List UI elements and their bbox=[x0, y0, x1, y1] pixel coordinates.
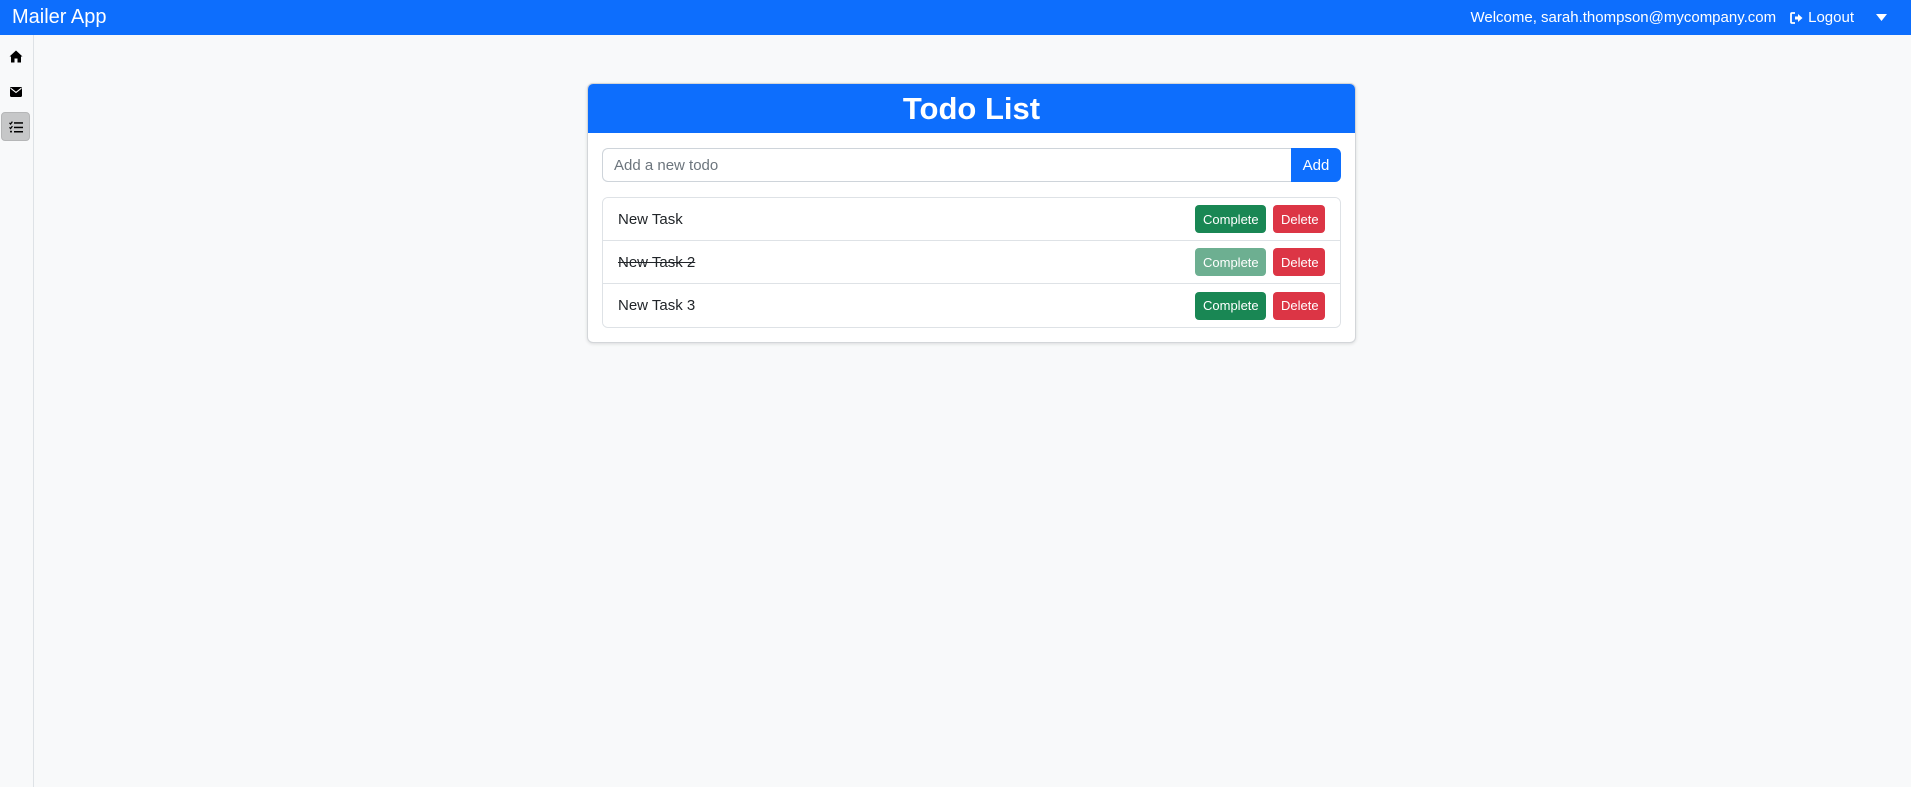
navbar-right: Welcome, sarah.thompson@mycompany.com Lo… bbox=[1470, 9, 1899, 26]
app-brand[interactable]: Mailer App bbox=[12, 6, 107, 29]
user-menu-dropdown[interactable] bbox=[1876, 14, 1887, 21]
envelope-icon bbox=[9, 86, 22, 97]
todo-item-text: New Task 2 bbox=[618, 253, 696, 271]
sidebar-item-mail[interactable] bbox=[1, 77, 30, 106]
complete-button[interactable]: Complete bbox=[1195, 248, 1266, 276]
add-todo-form: Add bbox=[602, 148, 1341, 182]
new-todo-input[interactable] bbox=[602, 148, 1291, 182]
todo-title: Todo List bbox=[588, 84, 1355, 133]
todo-item-actions: Complete Delete bbox=[1195, 291, 1325, 320]
sign-out-icon bbox=[1790, 11, 1803, 24]
delete-button[interactable]: Delete bbox=[1273, 291, 1325, 320]
welcome-text: Welcome, sarah.thompson@mycompany.com bbox=[1470, 9, 1777, 26]
todo-item-actions: Complete Delete bbox=[1195, 205, 1325, 233]
todo-item: New Task 2 Complete Delete bbox=[603, 241, 1340, 284]
sidebar-item-home[interactable] bbox=[1, 42, 30, 71]
top-navbar: Mailer App Welcome, sarah.thompson@mycom… bbox=[0, 0, 1911, 35]
todo-list: New Task Complete Delete New Task 2 Comp… bbox=[602, 197, 1341, 328]
logout-label: Logout bbox=[1808, 9, 1854, 26]
todo-card: Todo List Add New Task Complete Delete N… bbox=[587, 83, 1356, 343]
todo-item-text: New Task 3 bbox=[618, 297, 696, 314]
tasks-icon bbox=[8, 120, 23, 133]
add-todo-button[interactable]: Add bbox=[1291, 148, 1341, 182]
todo-item: New Task 3 Complete Delete bbox=[603, 284, 1340, 327]
sidebar bbox=[0, 35, 34, 787]
logout-button[interactable]: Logout bbox=[1790, 9, 1854, 26]
complete-button[interactable]: Complete bbox=[1195, 291, 1266, 320]
complete-button[interactable]: Complete bbox=[1195, 205, 1266, 233]
todo-item-actions: Complete Delete bbox=[1195, 248, 1325, 276]
todo-item: New Task Complete Delete bbox=[603, 198, 1340, 241]
delete-button[interactable]: Delete bbox=[1273, 205, 1325, 233]
sidebar-item-todo[interactable] bbox=[1, 112, 30, 141]
todo-item-text: New Task bbox=[618, 210, 683, 228]
caret-down-icon bbox=[1876, 14, 1887, 21]
home-icon bbox=[9, 50, 22, 63]
delete-button[interactable]: Delete bbox=[1273, 248, 1325, 276]
